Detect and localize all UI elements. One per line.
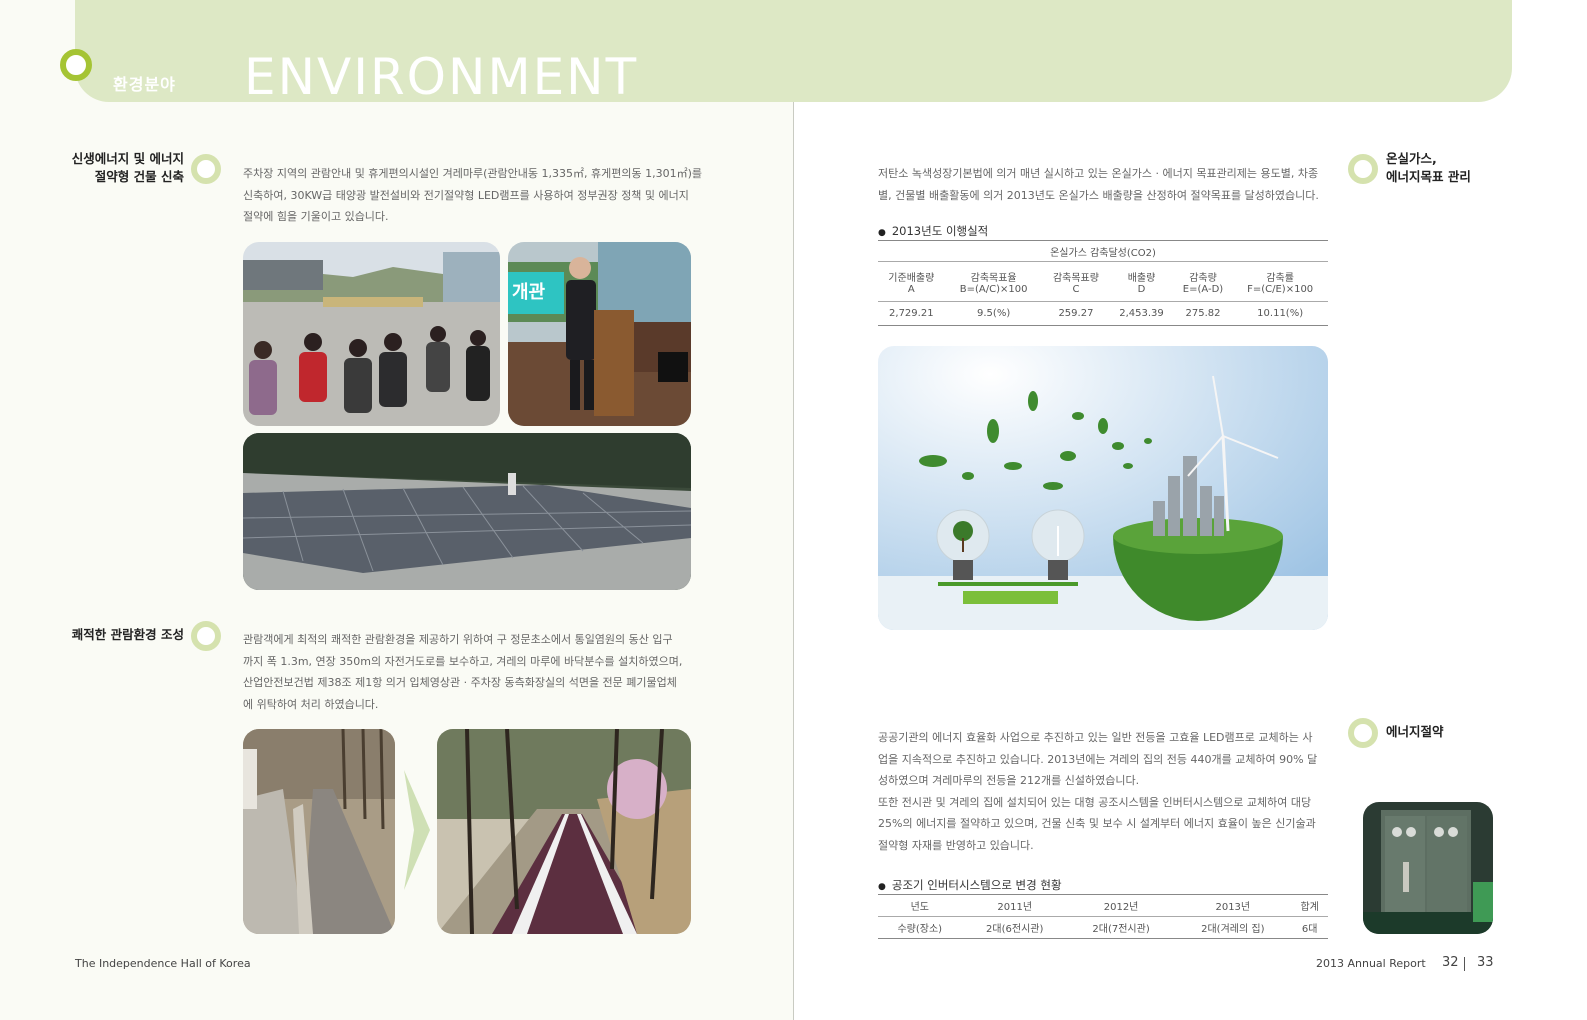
photo-path-after <box>437 729 691 934</box>
table1-cell: 259.27 <box>1058 308 1094 319</box>
table1-header: 감축목표율 B=(A/C)×100 <box>959 272 1028 295</box>
section-title-energy-saving: 에너지절약 <box>1386 724 1444 739</box>
illustration-green-energy <box>878 346 1328 630</box>
table1-header: 기준배출량 A <box>888 272 935 295</box>
section-circle-icon <box>191 621 221 651</box>
header-circle-icon <box>60 49 92 81</box>
section-title-new-energy: 신생에너지 및 에너지 절약형 건물 신축 <box>71 151 184 184</box>
greenhouse-table: 온실가스 감축달성(CO2) 기준배출량 A 감축목표율 B=(A/C)×100 감… <box>878 240 1328 326</box>
section-paragraph-greenhouse: 저탄소 녹색성장기본법에 의거 매년 실시하고 있는 온실가스 · 에너지 목표… <box>878 167 1319 202</box>
photo-opening-speech: 개관 <box>508 242 691 426</box>
section-circle-icon <box>1348 154 1378 184</box>
table2-header: 2012년 <box>1103 902 1139 913</box>
table1-cell: 10.11(%) <box>1257 308 1304 319</box>
table1-caption: 온실가스 감축달성(CO2) <box>878 240 1328 262</box>
header-category: 환경분야 <box>113 75 176 94</box>
table1-cell: 9.5(%) <box>977 308 1011 319</box>
table1-bullet-title: 2013년도 이행실적 <box>878 223 988 239</box>
table2-cell: 수량(장소) <box>897 924 943 935</box>
photo-path-before <box>243 729 395 934</box>
table2-header: 합계 <box>1300 902 1319 913</box>
page-number-left: 32 <box>1442 955 1459 970</box>
opening-sign: 개관 <box>512 282 546 303</box>
photo-solar-panels <box>243 433 691 590</box>
table2-header: 2011년 <box>997 902 1033 913</box>
page-number-divider <box>1464 957 1465 971</box>
footer-report-title: 2013 Annual Report <box>1316 957 1426 970</box>
header-title: ENVIRONMENT <box>244 52 639 102</box>
footer-organization: The Independence Hall of Korea <box>75 957 251 970</box>
table1-cell: 2,729.21 <box>889 308 934 319</box>
section-paragraph-viewing-environment: 관람객에게 최적의 쾌적한 관람환경을 제공하기 위하여 구 정문초소에서 통일… <box>243 633 683 711</box>
table2-cell: 2대(6전시관) <box>986 924 1044 935</box>
table1-cell: 275.82 <box>1185 308 1221 319</box>
table1-header: 감축량 E=(A-D) <box>1182 272 1224 295</box>
table2-cell: 2대(7전시관) <box>1092 924 1150 935</box>
table2-header: 2013년 <box>1215 902 1251 913</box>
page-spine <box>793 100 794 1020</box>
section-title-viewing-environment: 쾌적한 관람환경 조성 <box>71 627 184 642</box>
section-circle-icon <box>191 154 221 184</box>
inverter-table: 년도 2011년 2012년 2013년 합계 수량(장소) 2대(6전시관) … <box>878 894 1328 939</box>
photo-crowd <box>243 242 500 426</box>
table2-header: 년도 <box>910 902 929 913</box>
table1-header: 배출량 D <box>1127 272 1156 295</box>
table1-header: 감축률 F=(C/E)×100 <box>1247 272 1314 295</box>
table1-header: 감축목표량 C <box>1052 272 1099 295</box>
table1-cell: 2,453.39 <box>1119 308 1164 319</box>
table2-cell: 6대 <box>1301 924 1318 935</box>
section-circle-icon <box>1348 718 1378 748</box>
photo-inverter-system <box>1363 802 1493 934</box>
table2-cell: 2대(겨레의 집) <box>1201 924 1265 935</box>
arrow-icon <box>400 770 432 894</box>
page-number-right: 33 <box>1477 955 1494 970</box>
section-paragraph-new-energy: 주차장 지역의 관람안내 및 휴게편의시설인 겨레마루(관람안내동 1,335㎡… <box>243 167 702 223</box>
section-paragraph-energy-saving: 공공기관의 에너지 효율화 사업으로 추진하고 있는 일반 전등을 고효율 LE… <box>878 731 1318 852</box>
table2-bullet-title: 공조기 인버터시스템으로 변경 현황 <box>878 877 1062 893</box>
section-title-greenhouse: 온실가스, 에너지목표 관리 <box>1386 151 1471 184</box>
